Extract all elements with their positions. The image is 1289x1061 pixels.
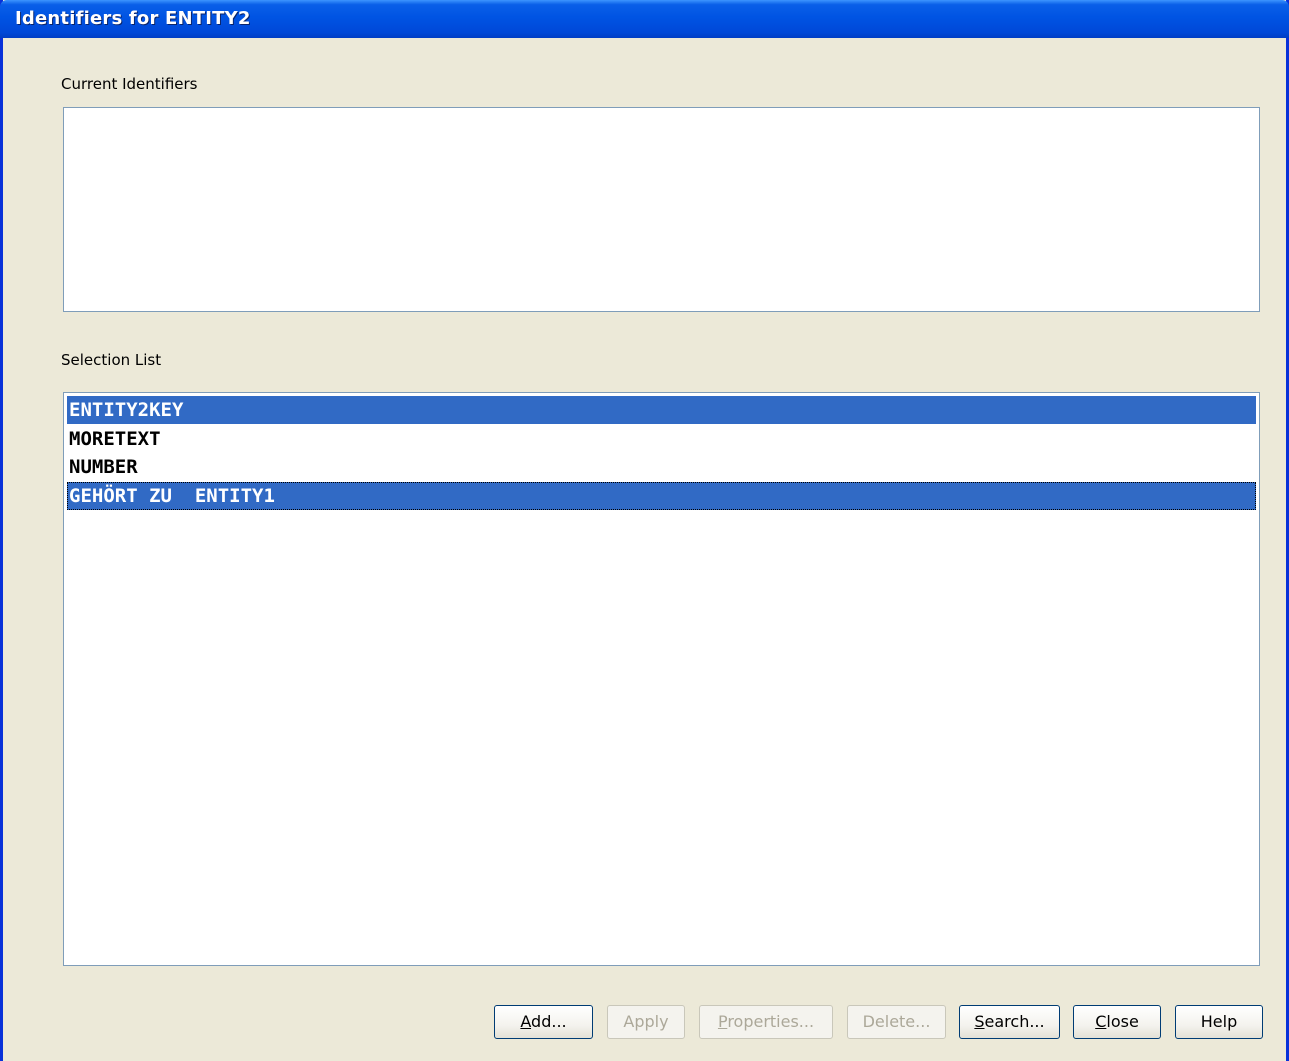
current-identifiers-label: Current Identifiers [61,75,198,93]
identifiers-dialog: Identifiers for ENTITY2 Current Identifi… [0,0,1289,1061]
add-button-mnemonic: A [520,1012,532,1031]
help-button-label: Help [1200,1012,1238,1031]
search-button[interactable]: Search... [959,1005,1060,1039]
title-bar[interactable]: Identifiers for ENTITY2 [0,0,1289,38]
close-button-mnemonic: C [1095,1012,1107,1031]
list-item[interactable]: ENTITY2KEY [67,396,1256,424]
apply-button[interactable]: Apply [607,1005,685,1039]
selection-list-label: Selection List [61,351,162,369]
list-item[interactable]: MORETEXT [67,425,1256,453]
properties-button[interactable]: Properties... [699,1005,833,1039]
delete-button-label: Delete... [862,1012,931,1031]
properties-button-mnemonic: P [717,1012,728,1031]
close-button[interactable]: Close [1073,1005,1161,1039]
properties-button-label: roperties... [727,1012,815,1031]
list-item[interactable]: GEHÖRT ZU ENTITY1 [67,482,1256,510]
delete-button[interactable]: Delete... [847,1005,946,1039]
help-button[interactable]: Help [1175,1005,1263,1039]
search-button-label: earch... [984,1012,1045,1031]
add-button[interactable]: Add... [494,1005,593,1039]
close-button-label: lose [1106,1012,1139,1031]
search-button-mnemonic: S [974,1012,985,1031]
add-button-label: dd... [531,1012,567,1031]
selection-listbox[interactable]: ENTITY2KEY MORETEXT NUMBER GEHÖRT ZU ENT… [63,392,1260,966]
list-item[interactable]: NUMBER [67,453,1256,481]
window-title: Identifiers for ENTITY2 [15,8,251,29]
apply-button-label: Apply [623,1012,669,1031]
current-identifiers-listbox[interactable] [63,107,1260,312]
